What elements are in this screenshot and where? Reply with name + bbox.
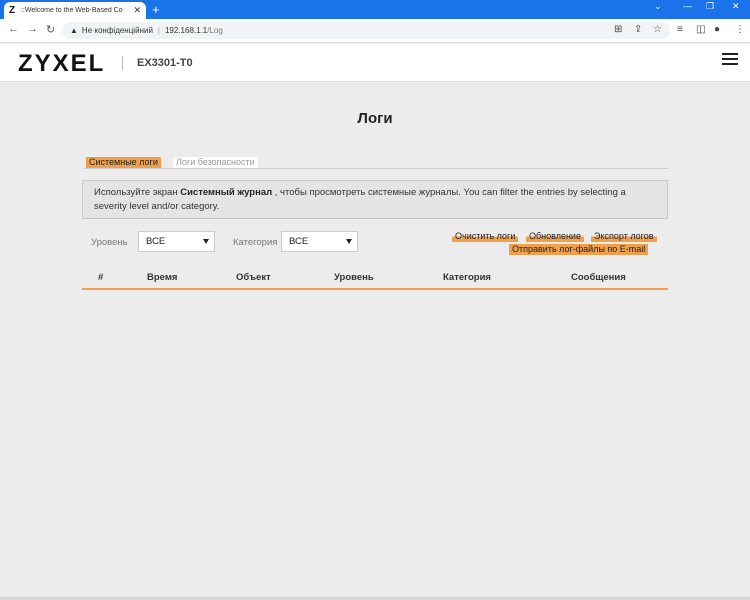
profile-icon[interactable]: ● xyxy=(714,24,720,35)
star-icon[interactable]: ☆ xyxy=(653,24,662,35)
reload-icon[interactable]: ↻ xyxy=(46,23,55,36)
security-label: Не конфіденційний xyxy=(81,26,153,35)
window-close-icon[interactable]: ✕ xyxy=(732,1,740,12)
level-select[interactable]: ВСЕ xyxy=(138,231,215,252)
tab-system-logs[interactable]: Системные логи xyxy=(86,157,161,168)
browser-tab-bar: Z ::Welcome to the Web-Based Co ✕ + ⌄ — … xyxy=(0,0,750,19)
level-select-value: ВСЕ xyxy=(146,236,166,247)
level-label: Уровень xyxy=(91,237,128,248)
page-title: Логи xyxy=(357,110,393,127)
forward-icon[interactable]: → xyxy=(27,23,38,35)
column-header: Сообщения xyxy=(571,272,626,283)
new-tab-icon[interactable]: + xyxy=(152,2,160,17)
warning-icon: ▲ xyxy=(70,26,78,35)
browser-tab[interactable]: Z ::Welcome to the Web-Based Co ✕ xyxy=(4,2,146,19)
chevron-down-icon[interactable]: ⌄ xyxy=(654,1,662,12)
chevron-down-icon xyxy=(203,239,209,244)
export-logs-button[interactable]: Экспорт логов xyxy=(591,231,657,242)
header-divider xyxy=(122,56,123,70)
hamburger-menu-icon[interactable] xyxy=(722,53,738,67)
more-menu-icon[interactable]: ⋮ xyxy=(735,24,745,35)
category-label: Категория xyxy=(233,237,278,248)
column-header: Время xyxy=(147,272,178,283)
device-model: EX3301-T0 xyxy=(137,57,193,69)
category-select-value: ВСЕ xyxy=(289,236,309,247)
app-header: ZYXEL EX3301-T0 xyxy=(0,44,750,82)
info-box: Используйте экран Системный журнал , что… xyxy=(82,180,668,219)
back-icon[interactable]: ← xyxy=(8,23,19,35)
column-header: Объект xyxy=(236,272,271,283)
refresh-button[interactable]: Обновление xyxy=(526,231,584,242)
url-divider: | xyxy=(157,26,160,35)
info-text-bold: Системный журнал xyxy=(180,187,273,198)
info-text-part1: Используйте экран xyxy=(94,187,181,198)
browser-toolbar: ← → ↻ ▲ Не конфіденційний | 192.168.1.1/… xyxy=(0,19,750,43)
email-logs-button[interactable]: Отправить лог-файлы по E-mail xyxy=(509,244,649,255)
url-host: 192.168.1.1 xyxy=(164,26,208,35)
category-select[interactable]: ВСЕ xyxy=(281,231,358,252)
zyxel-logo: ZYXEL xyxy=(18,50,106,77)
reading-list-icon[interactable]: ≡ xyxy=(677,24,683,35)
chevron-down-icon xyxy=(346,239,352,244)
side-panel-icon[interactable]: ◫ xyxy=(696,24,705,35)
column-header: Категория xyxy=(443,272,491,283)
minimize-icon[interactable]: — xyxy=(683,1,692,11)
clear-logs-button[interactable]: Очистить логи xyxy=(452,231,519,242)
zyxel-favicon-icon: Z xyxy=(9,5,16,16)
restore-icon[interactable]: ❐ xyxy=(706,1,714,12)
tab-title: ::Welcome to the Web-Based Co xyxy=(20,7,123,14)
address-bar[interactable]: ▲ Не конфіденційний | 192.168.1.1/Log xyxy=(62,22,670,39)
url-path: /Log xyxy=(207,26,223,35)
scrollbar[interactable] xyxy=(740,60,750,70)
log-tabs: Системные логи Логи безопасности xyxy=(84,157,668,169)
tab-security-logs[interactable]: Логи безопасности xyxy=(173,157,258,168)
column-header: Уровень xyxy=(334,272,374,283)
log-table-header: # Время Объект Уровень Категория Сообщен… xyxy=(82,268,668,290)
tab-close-icon[interactable]: ✕ xyxy=(133,5,141,16)
column-header: # xyxy=(98,272,104,283)
translate-icon[interactable]: ⊞ xyxy=(614,24,622,35)
share-icon[interactable]: ⇪ xyxy=(634,24,642,35)
